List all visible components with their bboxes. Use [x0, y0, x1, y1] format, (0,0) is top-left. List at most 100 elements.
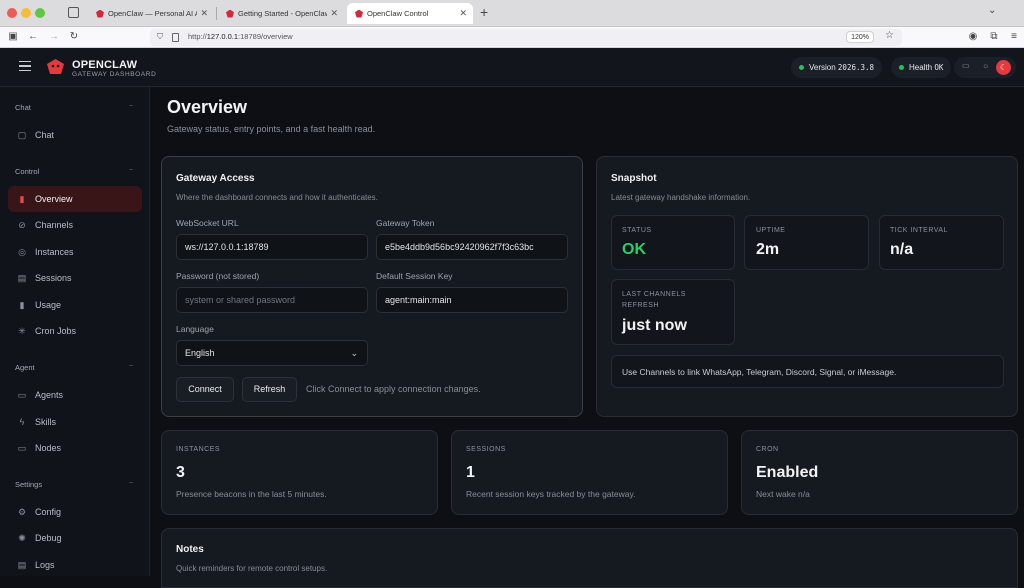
default-session-key-input[interactable]: agent:main:main	[376, 287, 568, 313]
refresh-button[interactable]: Refresh	[242, 377, 297, 402]
tick-interval-value: n/a	[890, 241, 914, 258]
tab-overview-icon[interactable]	[68, 7, 79, 18]
cron-label: CRON	[756, 446, 779, 453]
password-label: Password (not stored)	[176, 271, 260, 281]
sidebar-section-agent[interactable]: Agent	[15, 363, 35, 372]
sessions-description: Recent session keys tracked by the gatew…	[466, 489, 636, 499]
collapse-chevron-icon[interactable]: −	[129, 103, 133, 110]
sun-icon[interactable]: ☼	[982, 61, 989, 70]
sessions-label: SESSIONS	[466, 446, 506, 453]
radio-icon: ◎	[18, 246, 26, 257]
sidebar-item-label: Sessions	[35, 273, 72, 283]
sidebar-item-sessions[interactable]: ▤ Sessions	[8, 265, 142, 291]
hamburger-menu-icon[interactable]	[19, 61, 31, 71]
sidebar-item-label: Usage	[35, 300, 62, 310]
sidebar-item-label: Agents	[35, 390, 64, 400]
last-channels-refresh-tile	[611, 279, 735, 345]
websocket-url-label: WebSocket URL	[176, 218, 239, 228]
gateway-token-input[interactable]: e5be4ddb9d56bc92420962f7f3c63bc	[376, 234, 568, 260]
zoom-level-badge[interactable]: 120%	[846, 31, 874, 43]
menu-icon[interactable]: ≡	[1007, 30, 1021, 44]
tab-title: OpenClaw — Personal AI Assistant	[108, 9, 198, 18]
sidebar-item-label: Cron Jobs	[35, 326, 77, 336]
websocket-url-input[interactable]: ws://127.0.0.1:18789	[176, 234, 368, 260]
sidebar-item-config[interactable]: ⚙ Config	[8, 499, 142, 525]
link-icon: ⊘	[18, 219, 26, 230]
extensions-icon[interactable]: ⧉	[987, 30, 1001, 44]
browser-toolbar: ▣ ← → ↻ ⛉ http://127.0.0.1:18789/overvie…	[0, 27, 1024, 48]
sidebar-item-label: Config	[35, 507, 62, 517]
sidebar-item-label: Skills	[35, 417, 57, 427]
sidebar-item-chat[interactable]: ▢ Chat	[8, 122, 142, 148]
sidebar-item-label: Channels	[35, 220, 74, 230]
channels-hint-text: Use Channels to link WhatsApp, Telegram,…	[622, 367, 897, 377]
cron-description: Next wake n/a	[756, 489, 810, 499]
close-tab-icon[interactable]: ✕	[200, 8, 208, 19]
sidebar-item-label: Debug	[35, 533, 62, 543]
account-icon[interactable]: ◉	[966, 30, 980, 44]
last-channels-refresh-value: just now	[622, 317, 687, 334]
bookmark-star-icon[interactable]: ☆	[885, 30, 894, 41]
openclaw-favicon-icon	[355, 9, 363, 18]
card-title: Notes	[176, 544, 204, 555]
sidebar-section-settings[interactable]: Settings	[15, 480, 42, 489]
collapse-chevron-icon[interactable]: −	[129, 167, 133, 174]
status-value: OK	[622, 241, 646, 258]
document-icon: ▤	[17, 272, 27, 283]
uptime-value: 2m	[756, 241, 780, 258]
new-tab-button[interactable]: +	[480, 4, 488, 20]
tab-list-chevron-icon[interactable]: ⌄	[988, 5, 996, 16]
language-select[interactable]: English ⌄	[176, 340, 368, 366]
password-input[interactable]: system or shared password	[176, 287, 368, 313]
forward-arrow-icon[interactable]: →	[47, 30, 61, 44]
sidebar-item-usage[interactable]: ▮ Usage	[8, 292, 142, 318]
tick-interval-label: TICK INTERVAL	[890, 227, 948, 234]
back-arrow-icon[interactable]: ←	[26, 30, 40, 44]
tab-title: Getting Started - OpenClaw	[238, 9, 328, 18]
url-text: http://127.0.0.1:18789/overview	[188, 32, 293, 41]
theme-switcher: ▭ ☼ ☾	[954, 57, 1016, 78]
sidebar-item-label: Overview	[35, 194, 73, 204]
sidebar-item-cron-jobs[interactable]: ✳ Cron Jobs	[8, 318, 142, 344]
sidebar-toggle-icon[interactable]: ▣	[6, 30, 20, 44]
page-title: Overview	[167, 97, 248, 117]
reload-icon[interactable]: ↻	[67, 30, 81, 44]
sidebar-item-logs[interactable]: ▤ Logs	[8, 552, 142, 578]
page-subtitle: Gateway status, entry points, and a fast…	[167, 124, 376, 134]
connect-button[interactable]: Connect	[176, 377, 234, 402]
monitor-icon[interactable]: ▭	[962, 61, 970, 70]
last-channels-refresh-label: REFRESH	[622, 302, 659, 309]
status-dot	[799, 65, 804, 70]
browser-tab[interactable]: Getting Started - OpenClaw ✕	[218, 3, 344, 24]
browser-tab[interactable]: OpenClaw — Personal AI Assistant ✕	[88, 3, 214, 24]
instances-value: 3	[176, 464, 185, 481]
close-tab-icon[interactable]: ✕	[330, 8, 338, 19]
collapse-chevron-icon[interactable]: −	[129, 363, 133, 370]
shield-icon: ⛉	[157, 32, 163, 41]
lightning-icon: ϟ	[19, 417, 25, 427]
sidebar-item-instances[interactable]: ◎ Instances	[8, 239, 142, 265]
loader-icon: ✳	[18, 325, 26, 336]
card-subtitle: Latest gateway handshake information.	[611, 193, 751, 202]
close-window-button[interactable]	[7, 8, 17, 18]
sidebar-item-overview[interactable]: ▮ Overview	[8, 186, 142, 212]
sidebar-item-agents[interactable]: ▭ Agents	[8, 382, 142, 408]
card-subtitle: Where the dashboard connects and how it …	[176, 193, 378, 202]
sidebar-item-skills[interactable]: ϟ Skills	[8, 409, 142, 435]
address-bar[interactable]: ⛉ http://127.0.0.1:18789/overview 120% ☆	[150, 29, 902, 46]
maximize-window-button[interactable]	[35, 8, 45, 18]
sidebar-item-channels[interactable]: ⊘ Channels	[8, 212, 142, 238]
tab-separator	[216, 7, 217, 20]
sidebar-item-label: Chat	[35, 130, 55, 140]
moon-icon[interactable]: ☾	[996, 60, 1011, 75]
gateway-token-label: Gateway Token	[376, 218, 435, 228]
collapse-chevron-icon[interactable]: −	[129, 480, 133, 487]
sidebar-section-chat[interactable]: Chat	[15, 103, 31, 112]
close-tab-icon[interactable]: ✕	[459, 8, 467, 19]
sidebar-section-control[interactable]: Control	[15, 167, 39, 176]
sidebar-item-nodes[interactable]: ▭ Nodes	[8, 435, 142, 461]
sidebar-item-label: Nodes	[35, 443, 62, 453]
minimize-window-button[interactable]	[21, 8, 31, 18]
browser-tab-active[interactable]: OpenClaw Control ✕	[347, 3, 473, 24]
sidebar-item-debug[interactable]: ✺ Debug	[8, 525, 142, 551]
